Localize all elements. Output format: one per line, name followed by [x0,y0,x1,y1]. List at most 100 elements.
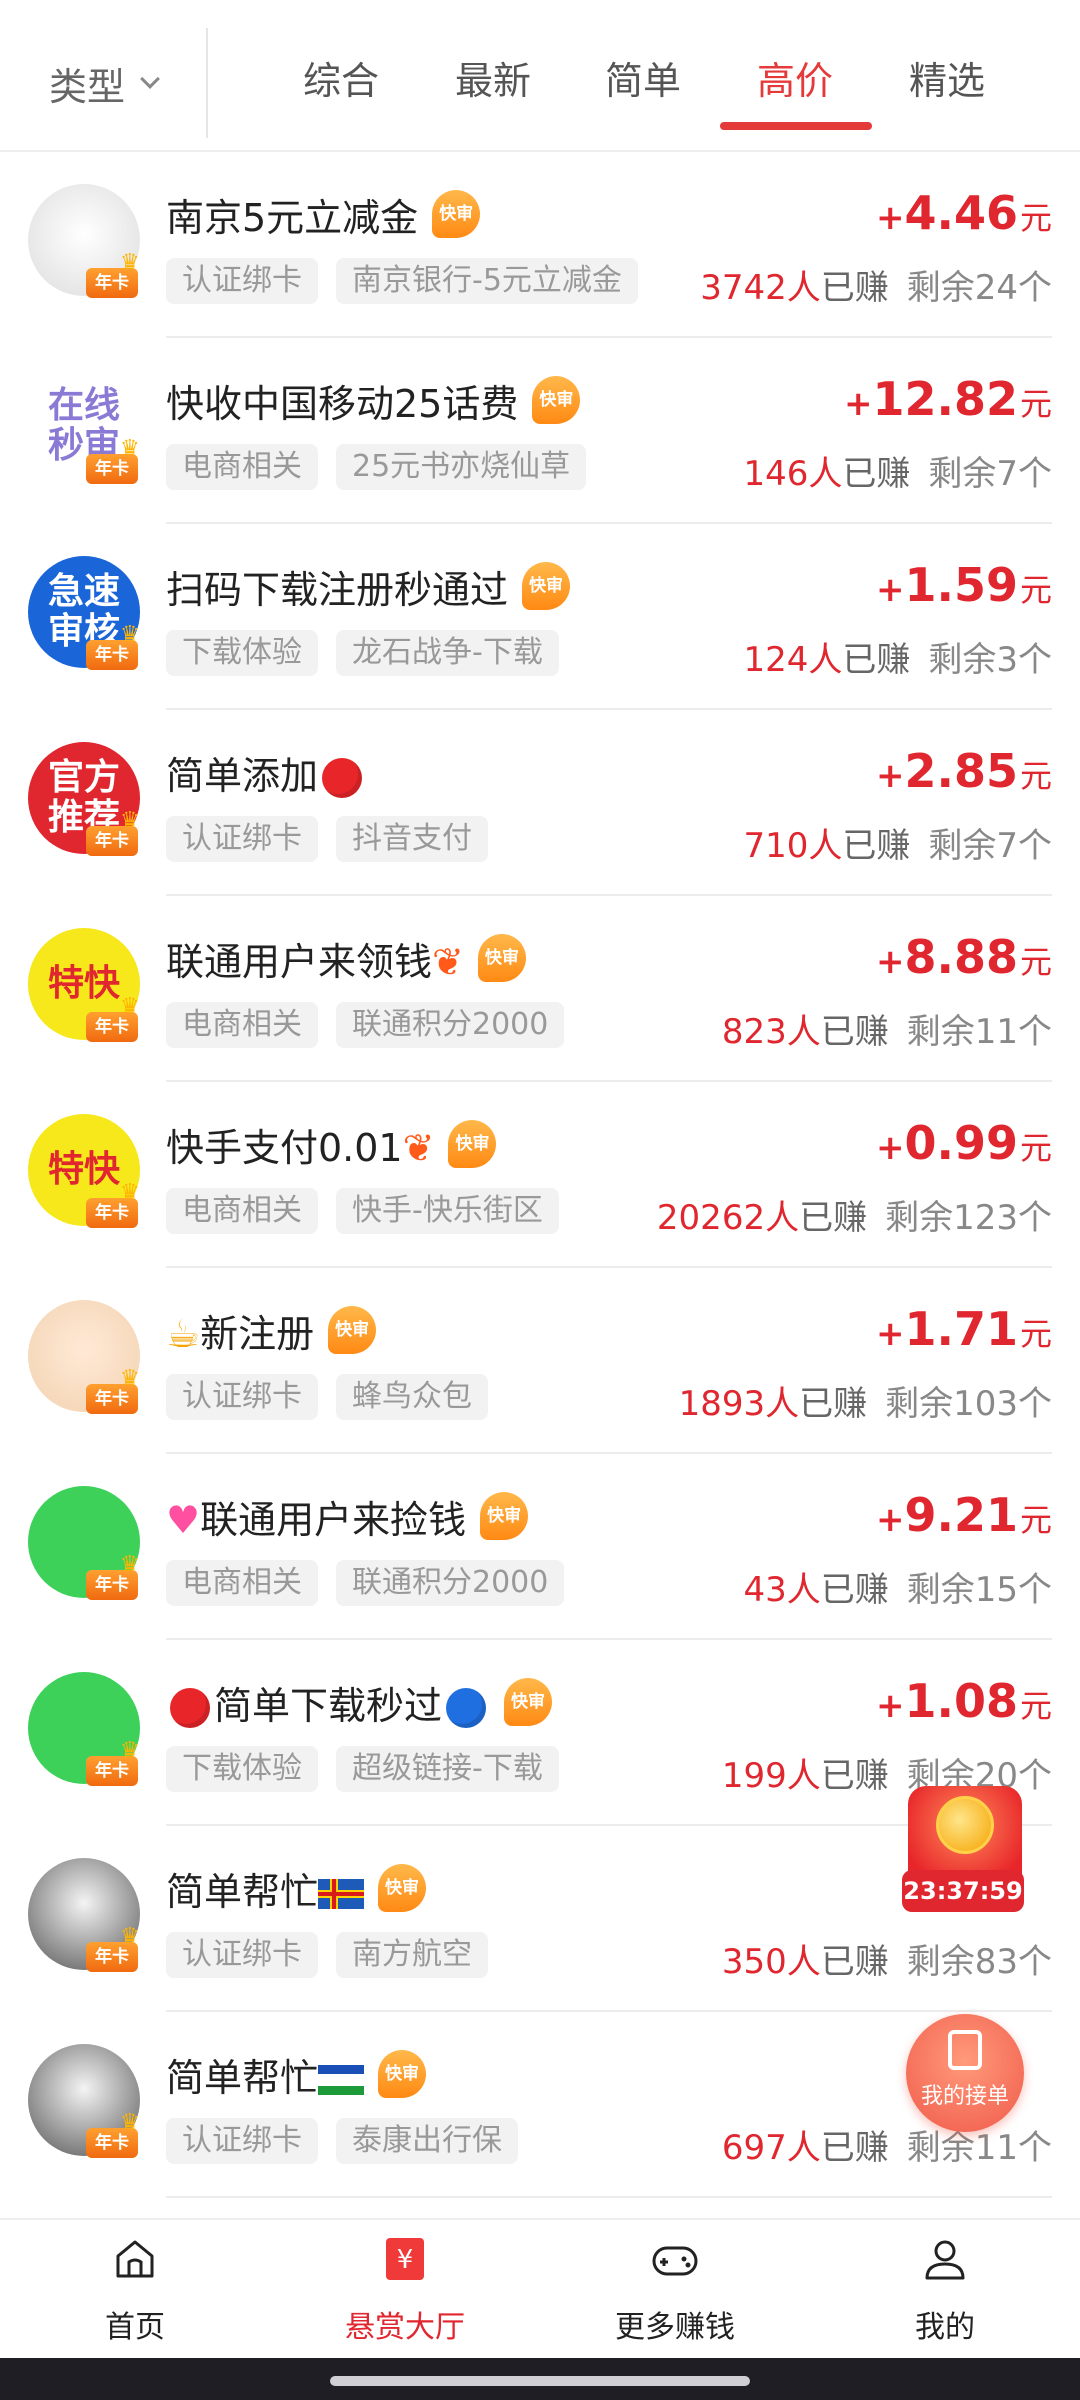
type-dropdown[interactable]: 类型 [0,28,208,138]
nav-bounty-hall[interactable]: ¥ 悬赏大厅 [270,2220,540,2360]
task-tags: 下载体验 龙石战争-下载 [166,630,577,676]
earned-label: 已赚 [820,268,889,308]
fast-review-badge: 快审 [378,2050,427,2098]
nav-bounty-hall-label: 悬赏大厅 [345,2310,465,2345]
tab-comprehensive[interactable]: 综合 [266,50,416,130]
price-unit: 元 [1019,757,1052,795]
task-stats: 20262人已赚 剩余123个 [657,1190,1052,1239]
anime-face-avatar: 年卡 ♛ [28,1858,140,1972]
remaining-count: 剩余7个 [928,454,1052,494]
task-title: 联通用户来领钱❦ 快审 [166,930,526,986]
task-tag: 超级链接-下载 [336,1746,559,1792]
avatar-text: 特快 [47,963,120,1004]
gamepad-icon [652,2246,698,2276]
tab-featured[interactable]: 精选 [872,50,1022,130]
task-row[interactable]: 年卡 ♛ ♥联通用户来捡钱 快审 电商相关 联通积分2000 + 9.21 元 43… [0,1454,1080,1640]
frog-avatar: 年卡 ♛ [28,1486,140,1600]
task-price: + 4.46 元 [876,186,1052,246]
task-title: 扫码下载注册秒通过 快审 [166,558,571,614]
crown-icon: ♛ [120,1738,140,1763]
earned-label: 已赚 [820,1756,889,1796]
task-row[interactable]: 年卡 ♛ 南京5元立减金 快审 认证绑卡 南京银行-5元立减金 + 4.46 元 3… [0,152,1080,338]
task-row[interactable]: 年卡 ♛ ☕新注册 快审 认证绑卡 蜂鸟众包 + 1.71 元 1893人已赚 剩余1… [0,1268,1080,1454]
price-unit: 元 [1019,1315,1052,1353]
remaining-count: 剩余11个 [906,2128,1052,2168]
fast-review-badge: 快审 [432,190,481,238]
task-tag: 电商相关 [166,1560,318,1606]
nav-mine[interactable]: 我的 [810,2220,1080,2360]
crown-icon: ♛ [120,1924,140,1949]
task-tag: 电商相关 [166,1188,318,1234]
tab-newest[interactable]: 最新 [418,50,568,130]
aland-flag-icon [318,1879,365,1909]
task-tag: 电商相关 [166,1002,318,1048]
earned-label: 已赚 [799,1384,868,1424]
task-stats: 697人已赚 剩余11个 [722,2120,1052,2169]
price-plus: + [875,570,905,610]
price-plus: + [875,1128,905,1168]
remaining-count: 剩余24个 [906,268,1052,308]
task-title: 南京5元立减金 快审 [166,186,481,242]
task-price: + 12.82 元 [844,372,1052,432]
task-title-text: 简单添加 [166,753,319,798]
task-row[interactable]: 急速审核 年卡 ♛ 扫码下载注册秒通过 快审 下载体验 龙石战争-下载 + 1.59… [0,524,1080,710]
earned-count: 823人 [721,1012,821,1052]
blue-circle-icon [446,1688,487,1728]
task-title-text: 扫码下载注册秒通过 [166,567,509,612]
nav-home[interactable]: 首页 [0,2220,270,2360]
earned-label: 已赚 [820,1570,889,1610]
task-tag: 下载体验 [166,1746,318,1792]
task-row[interactable]: 官方推荐 年卡 ♛ 简单添加 认证绑卡 抖音支付 + 2.85 元 710人已赚剩… [0,710,1080,896]
extra-fast-avatar: 特快 年卡 ♛ [28,1114,140,1228]
earned-count: 146人 [743,454,843,494]
price-unit: 元 [1019,1687,1052,1725]
task-title: 快手支付0.01❦ 快审 [166,1116,497,1172]
tab-simple[interactable]: 简单 [568,50,718,130]
task-tag: 认证绑卡 [166,1932,318,1978]
price-unit: 元 [1019,385,1052,423]
earned-count: 697人 [721,2128,821,2168]
price-unit: 元 [1019,571,1052,609]
nav-more-earn[interactable]: 更多赚钱 [540,2220,810,2360]
task-row[interactable]: 特快 年卡 ♛ 快手支付0.01❦ 快审 电商相关 快手-快乐街区 + 0.99 元… [0,1082,1080,1268]
task-price: + 0.99 元 [876,1116,1052,1176]
task-tags: 下载体验 超级链接-下载 [166,1746,577,1792]
price-value: 8.88 [904,930,1018,984]
beer-icon: ☕ [166,1311,201,1356]
home-indicator[interactable] [330,2376,750,2386]
remaining-count: 剩余123个 [885,1198,1052,1238]
online-seconds-avatar: 在线秒审 年卡 ♛ [28,370,140,484]
task-price: + 1.71 元 [876,1302,1052,1362]
task-tag: 认证绑卡 [166,816,318,862]
task-title: ☕新注册 快审 [166,1302,377,1358]
crown-icon: ♛ [120,2110,140,2135]
price-plus: + [875,942,905,982]
crown-icon: ♛ [120,622,140,647]
my-orders-button[interactable]: 我的接单 [906,2014,1024,2132]
price-unit: 元 [1019,1501,1052,1539]
task-tags: 认证绑卡 南方航空 [166,1932,506,1978]
task-tag: 抖音支付 [336,816,488,862]
lesotho-flag-icon [318,2065,365,2095]
filter-bar: 类型 综合 最新 简单 高价 精选 [0,0,1080,152]
task-title-text: 简单帮忙 [166,2055,319,2100]
task-title-text: 新注册 [200,1311,315,1356]
task-row[interactable]: 在线秒审 年卡 ♛ 快收中国移动25话费 快审 电商相关 25元书亦烧仙草 + 12… [0,338,1080,524]
cartoon-boy-avatar: 年卡 ♛ [28,1300,140,1414]
remaining-count: 剩余83个 [906,1942,1052,1982]
price-plus: + [875,1314,905,1354]
task-row[interactable]: 特快 年卡 ♛ 联通用户来领钱❦ 快审 电商相关 联通积分2000 + 8.88 元… [0,896,1080,1082]
fast-review-avatar: 急速审核 年卡 ♛ [28,556,140,670]
price-unit: 元 [1019,943,1052,981]
crown-icon: ♛ [120,808,140,833]
nav-mine-label: 我的 [915,2310,975,2345]
fast-review-badge: 快审 [378,1864,427,1912]
price-plus: + [843,384,873,424]
task-stats: 146人已赚 剩余7个 [743,446,1052,495]
bounty-hall-icon: ¥ [386,2238,424,2280]
task-tags: 电商相关 联通积分2000 [166,1560,582,1606]
tab-high-price[interactable]: 高价 [720,50,870,130]
task-tags: 电商相关 联通积分2000 [166,1002,582,1048]
task-tag: 下载体验 [166,630,318,676]
task-tags: 认证绑卡 泰康出行保 [166,2118,536,2164]
